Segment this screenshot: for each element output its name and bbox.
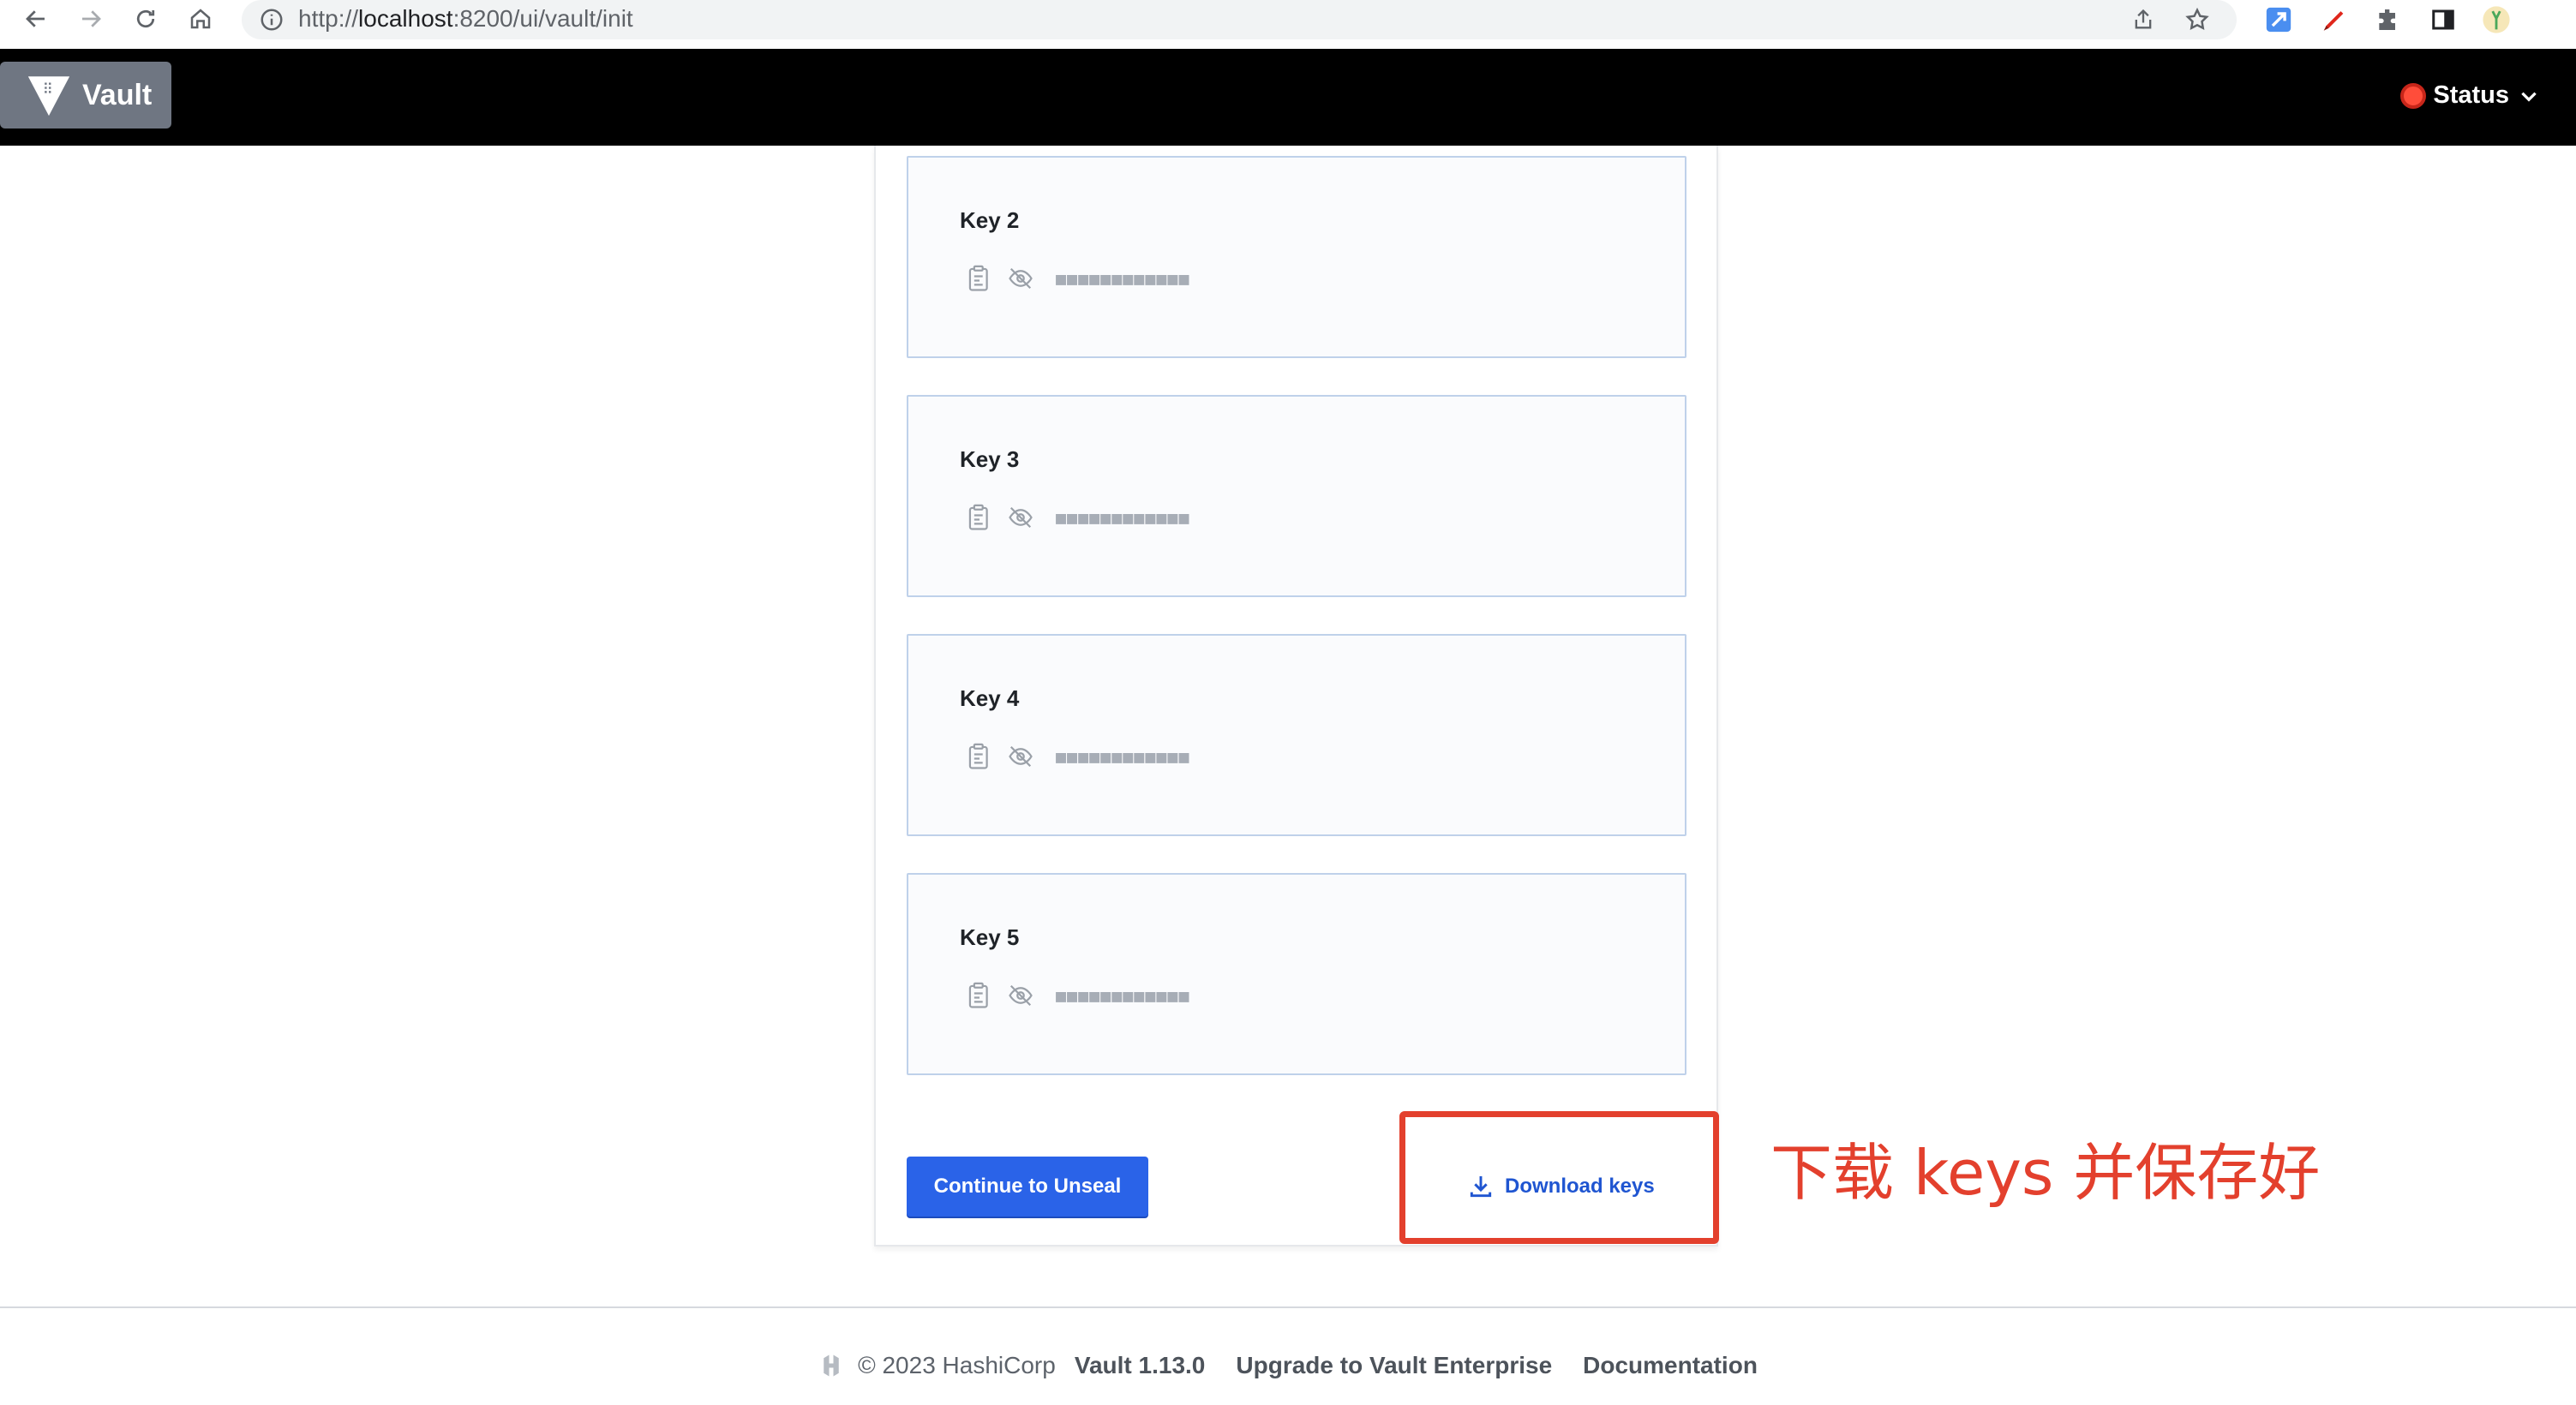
init-keys-panel: Key 2 ■■■■■■■■■■■■ Key 3 ■■■■■■■■■■■■ Ke… bbox=[874, 146, 1718, 1247]
key-card: Key 2 ■■■■■■■■■■■■ bbox=[907, 156, 1686, 358]
app-header: Vault Status bbox=[0, 49, 2576, 146]
upgrade-link[interactable]: Upgrade to Vault Enterprise bbox=[1236, 1352, 1552, 1379]
home-icon[interactable] bbox=[183, 2, 218, 36]
key-card: Key 3 ■■■■■■■■■■■■ bbox=[907, 395, 1686, 597]
copy-clipboard-icon[interactable] bbox=[965, 981, 994, 1010]
side-panel-icon[interactable] bbox=[2427, 3, 2459, 36]
masked-key-value: ■■■■■■■■■■■■ bbox=[1056, 507, 1190, 528]
copy-clipboard-icon[interactable] bbox=[965, 503, 994, 532]
vault-logo-icon bbox=[27, 76, 70, 117]
eye-off-icon[interactable] bbox=[1006, 981, 1035, 1010]
documentation-link[interactable]: Documentation bbox=[1583, 1352, 1758, 1379]
status-label: Status bbox=[2433, 81, 2509, 109]
continue-to-unseal-button[interactable]: Continue to Unseal bbox=[907, 1157, 1148, 1217]
key-label: Key 5 bbox=[960, 924, 1020, 950]
annotation-highlight-box bbox=[1399, 1111, 1719, 1244]
chevron-down-icon bbox=[2521, 92, 2537, 102]
browser-toolbar: http://localhost:8200/ui/vault/init bbox=[0, 0, 2576, 49]
info-icon[interactable] bbox=[259, 7, 285, 33]
masked-key-value: ■■■■■■■■■■■■ bbox=[1056, 268, 1190, 289]
hashicorp-logo-icon bbox=[824, 1354, 839, 1377]
eye-off-icon[interactable] bbox=[1006, 264, 1035, 293]
masked-key-value: ■■■■■■■■■■■■ bbox=[1056, 746, 1190, 767]
vault-logo-link[interactable]: Vault bbox=[0, 62, 171, 129]
key-card: Key 4 ■■■■■■■■■■■■ bbox=[907, 634, 1686, 836]
pen-extension-icon[interactable] bbox=[2317, 3, 2350, 36]
copy-clipboard-icon[interactable] bbox=[965, 742, 994, 771]
eye-off-icon[interactable] bbox=[1006, 742, 1035, 771]
address-bar[interactable]: http://localhost:8200/ui/vault/init bbox=[242, 0, 2237, 39]
extension-arrow-icon[interactable] bbox=[2262, 3, 2295, 36]
profile-avatar-icon[interactable] bbox=[2480, 3, 2513, 36]
key-label: Key 2 bbox=[960, 207, 1020, 233]
key-card: Key 5 ■■■■■■■■■■■■ bbox=[907, 873, 1686, 1075]
forward-icon[interactable] bbox=[74, 2, 108, 36]
eye-off-icon[interactable] bbox=[1006, 503, 1035, 532]
logo-text: Vault bbox=[82, 78, 153, 111]
version-link[interactable]: Vault 1.13.0 bbox=[1075, 1352, 1206, 1379]
reload-icon[interactable] bbox=[129, 2, 163, 36]
masked-key-value: ■■■■■■■■■■■■ bbox=[1056, 985, 1190, 1006]
footer: © 2023 HashiCorp Vault 1.13.0 Upgrade to… bbox=[0, 1352, 2576, 1379]
footer-divider bbox=[0, 1306, 2576, 1308]
key-label: Key 4 bbox=[960, 685, 1020, 711]
annotation-text: 下载 keys 并保存好 bbox=[1770, 1137, 2321, 1209]
copyright-text: © 2023 HashiCorp bbox=[858, 1352, 1056, 1378]
key-label: Key 3 bbox=[960, 446, 1020, 472]
status-indicator-icon bbox=[2400, 82, 2427, 109]
puzzle-extensions-icon[interactable] bbox=[2372, 3, 2405, 36]
back-icon[interactable] bbox=[19, 2, 53, 36]
bookmark-star-icon[interactable] bbox=[2181, 3, 2214, 36]
copy-clipboard-icon[interactable] bbox=[965, 264, 994, 293]
url-text: http://localhost:8200/ui/vault/init bbox=[298, 5, 633, 32]
status-menu[interactable]: Status bbox=[2400, 81, 2540, 110]
share-icon[interactable] bbox=[2127, 3, 2160, 36]
